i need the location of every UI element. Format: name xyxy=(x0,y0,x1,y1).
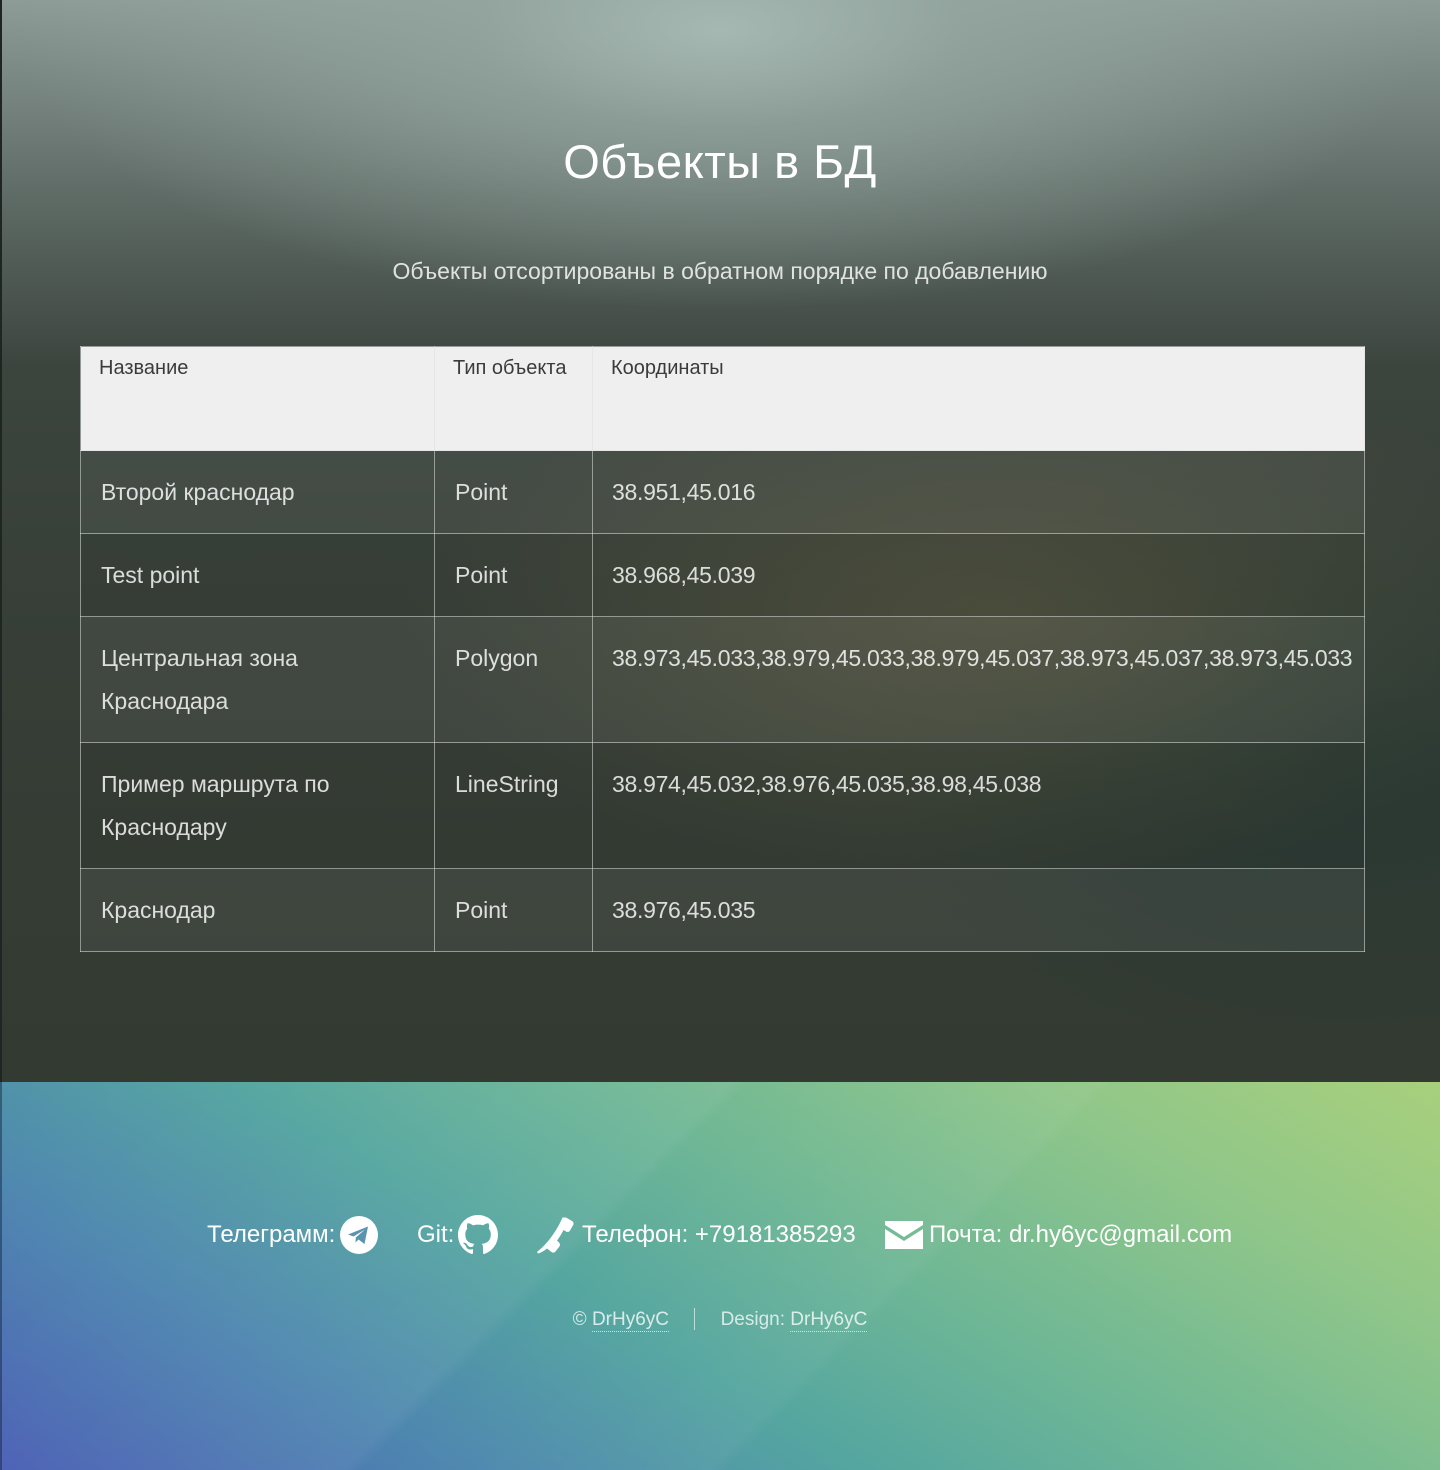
cell-type: Point xyxy=(434,868,593,952)
footer xyxy=(0,1082,1440,1470)
mail-link[interactable]: Почта: dr.hy6yc@gmail.com xyxy=(884,1210,1232,1260)
table-row: Краснодар Point 38.976,45.035 xyxy=(80,868,1365,952)
column-header-coords: Координаты xyxy=(592,346,1365,451)
table-header-row: Название Тип объекта Координаты xyxy=(80,346,1365,451)
column-header-type: Тип объекта xyxy=(434,346,593,451)
contacts-bar: Телеграмм: Git: Телефон: +79181385293 По… xyxy=(0,1210,1440,1260)
cell-coords: 38.974,45.032,38.976,45.035,38.98,45.038 xyxy=(592,742,1365,869)
cell-type: Point xyxy=(434,450,593,534)
cell-name: Второй краснодар xyxy=(80,450,435,534)
envelope-icon xyxy=(884,1219,924,1251)
table-row: Второй краснодар Point 38.951,45.016 xyxy=(80,450,1365,534)
phone-label: Телефон: +79181385293 xyxy=(582,1221,856,1248)
cell-name: Краснодар xyxy=(80,868,435,952)
telegram-link[interactable]: Телеграмм: xyxy=(207,1210,379,1260)
cell-type: Polygon xyxy=(434,616,593,743)
design-label: Design: xyxy=(720,1309,785,1330)
cell-name: Test point xyxy=(80,533,435,617)
cell-coords: 38.973,45.033,38.979,45.033,38.979,45.03… xyxy=(592,616,1365,743)
design-author-link[interactable]: DrHy6yC xyxy=(790,1309,868,1332)
git-label: Git: xyxy=(417,1221,455,1248)
mail-label: Почта: dr.hy6yc@gmail.com xyxy=(929,1221,1233,1248)
copyright-line: © DrHy6yC Design: DrHy6yC xyxy=(0,1308,1440,1332)
cell-type: Point xyxy=(434,533,593,617)
main-section: Объекты в БД Объекты отсортированы в обр… xyxy=(0,0,1440,1082)
table-row: Центральная зона Краснодара Polygon 38.9… xyxy=(80,616,1365,743)
cell-coords: 38.976,45.035 xyxy=(592,868,1365,952)
column-header-name: Название xyxy=(80,346,435,451)
copyright-separator xyxy=(694,1308,696,1330)
copyright-symbol: © xyxy=(572,1309,587,1330)
objects-table: Название Тип объекта Координаты Второй к… xyxy=(80,346,1365,952)
table-row: Test point Point 38.968,45.039 xyxy=(80,533,1365,617)
copyright-author-link[interactable]: DrHy6yC xyxy=(591,1309,669,1332)
phone-icon xyxy=(536,1215,576,1255)
phone-link[interactable]: Телефон: +79181385293 xyxy=(536,1210,856,1260)
cell-name: Центральная зона Краснодара xyxy=(80,616,435,743)
git-link[interactable]: Git: xyxy=(417,1210,499,1260)
cell-coords: 38.968,45.039 xyxy=(592,533,1365,617)
page-title: Объекты в БД xyxy=(563,135,877,188)
cell-name: Пример маршрута по Краснодару xyxy=(80,742,435,869)
github-icon[interactable] xyxy=(458,1215,499,1255)
cell-coords: 38.951,45.016 xyxy=(592,450,1365,534)
page-subtitle: Объекты отсортированы в обратном порядке… xyxy=(392,258,1048,284)
table-row: Пример маршрута по Краснодару LineString… xyxy=(80,742,1365,869)
cell-type: LineString xyxy=(434,742,593,869)
telegram-label: Телеграмм: xyxy=(207,1221,336,1248)
telegram-icon[interactable] xyxy=(339,1215,379,1255)
